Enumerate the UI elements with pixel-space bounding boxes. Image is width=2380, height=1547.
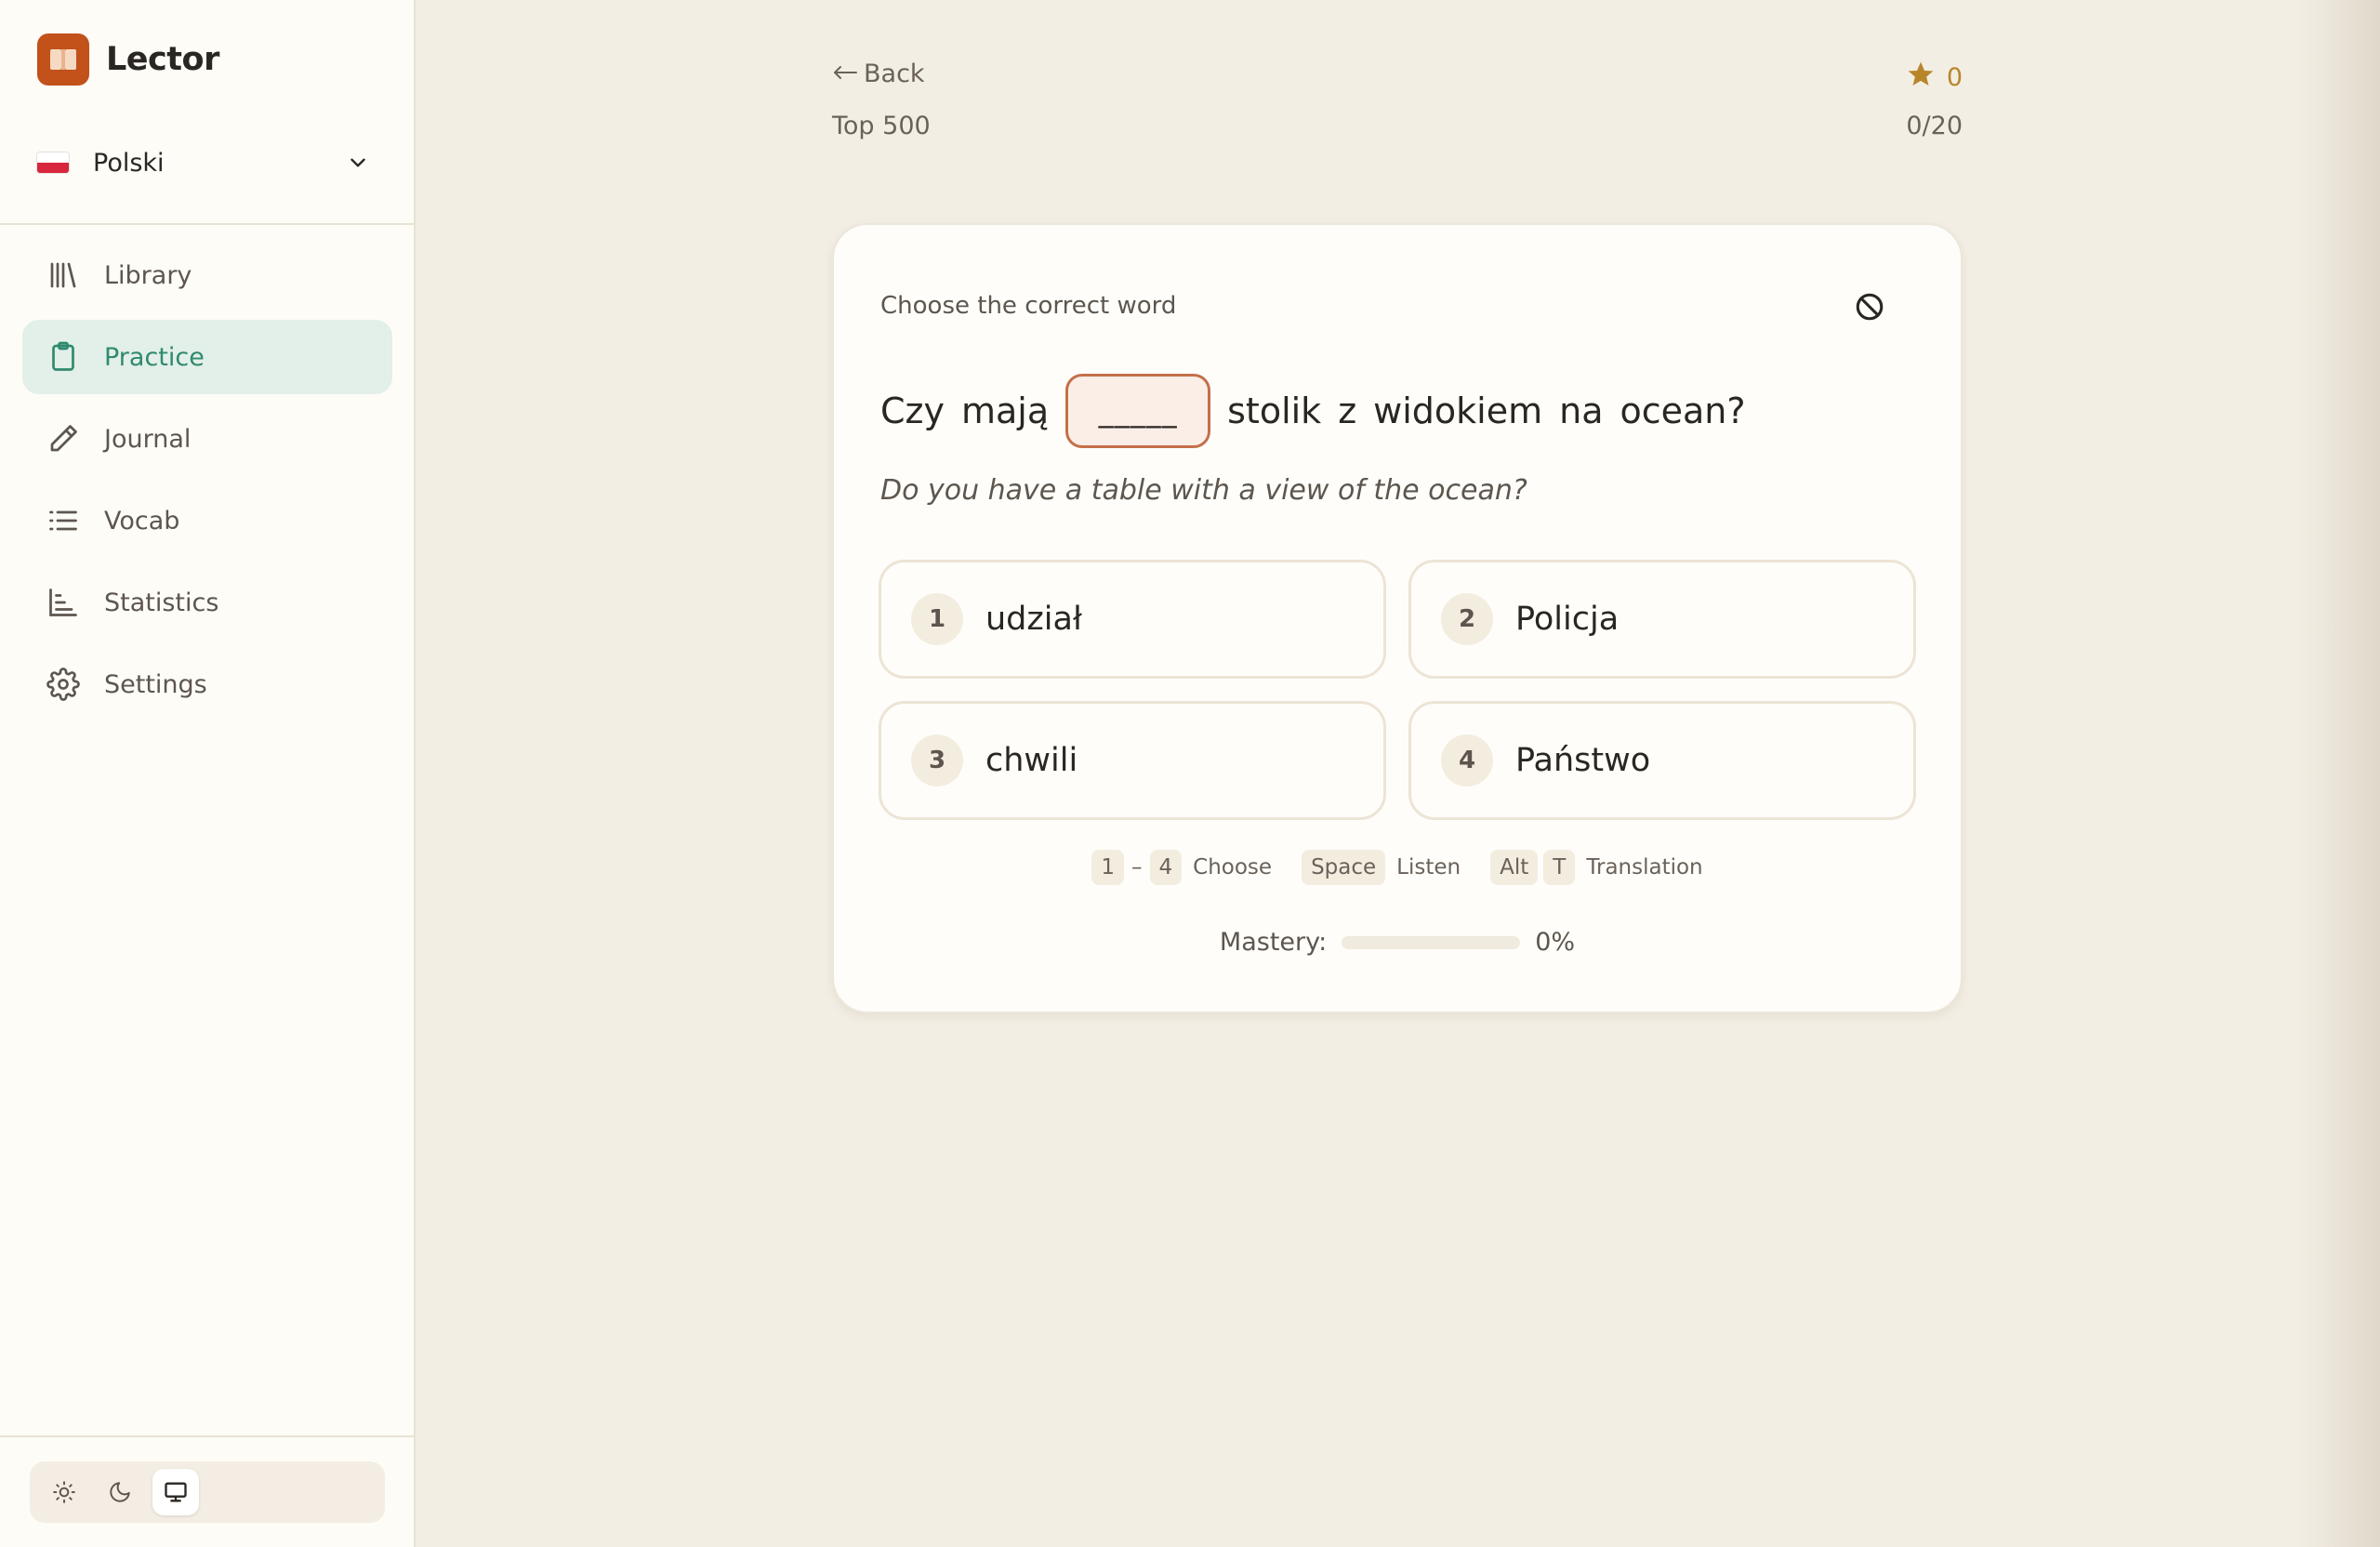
sidebar-item-label: Journal	[104, 424, 192, 454]
answer-option-3[interactable]: 3 chwili	[879, 701, 1386, 820]
sidebar: Lector Polski Library Practice Journal V…	[0, 0, 416, 1547]
deck-name: Top 500	[832, 112, 931, 140]
exercise-prompt: Choose the correct word	[880, 292, 1177, 320]
sidebar-item-label: Library	[104, 260, 192, 290]
book-logo-icon	[37, 33, 89, 86]
sidebar-nav: Library Practice Journal Vocab Statistic…	[22, 238, 392, 729]
option-label: udział	[985, 601, 1082, 638]
sentence-word: mają	[960, 390, 1050, 431]
moon-icon	[110, 1482, 130, 1502]
option-label: Policja	[1515, 601, 1620, 638]
brand[interactable]: Lector	[37, 33, 219, 86]
answer-option-2[interactable]: 2 Policja	[1408, 560, 1916, 679]
mastery-label: Mastery:	[1219, 928, 1328, 957]
star-icon	[1906, 60, 1936, 96]
monitor-icon	[165, 1482, 187, 1502]
arrow-left-icon	[832, 60, 858, 88]
option-label: Państwo	[1515, 742, 1651, 779]
theme-light-button[interactable]	[41, 1469, 87, 1515]
kbd-range-start: 1	[1091, 850, 1124, 885]
pencil-icon	[45, 420, 82, 457]
back-link[interactable]: Back	[832, 60, 925, 88]
sidebar-divider	[0, 223, 414, 225]
list-icon	[45, 502, 82, 539]
sentence-word: na	[1559, 390, 1604, 431]
sentence-word: stolik	[1227, 390, 1322, 431]
sidebar-item-practice[interactable]: Practice	[22, 320, 392, 394]
sidebar-item-label: Practice	[104, 342, 205, 372]
sidebar-item-library[interactable]: Library	[22, 238, 392, 312]
progress-count: 0/20	[1906, 112, 1963, 140]
library-icon	[45, 257, 82, 294]
mastery-bar	[1342, 935, 1521, 949]
gear-icon	[45, 666, 82, 703]
poland-flag-icon	[37, 152, 69, 173]
sidebar-item-journal[interactable]: Journal	[22, 402, 392, 476]
sentence-translation: Do you have a table with a view of the o…	[880, 474, 1527, 507]
exercise-card: Choose the correct word Czy mają _____ s…	[832, 223, 1963, 1013]
chevron-down-icon	[344, 149, 372, 177]
bar-chart-icon	[45, 584, 82, 621]
sidebar-item-label: Vocab	[104, 506, 180, 536]
kbd-range-separator: –	[1131, 855, 1143, 879]
kbd-range-end: 4	[1149, 850, 1183, 885]
exercise-sentence: Czy mają _____ stolik z widokiem na ocea…	[880, 374, 1763, 448]
answer-option-1[interactable]: 1 udział	[879, 560, 1386, 679]
sidebar-item-label: Settings	[104, 669, 207, 699]
kbd-t: T	[1543, 850, 1576, 885]
score: 0	[1906, 60, 1963, 96]
sentence-word: widokiem	[1373, 390, 1543, 431]
option-label: chwili	[985, 742, 1078, 779]
language-name: Polski	[93, 148, 165, 178]
score-value: 0	[1946, 63, 1963, 92]
sentence-word: Czy	[880, 390, 945, 431]
sentence-blank: _____	[1065, 374, 1211, 448]
option-number: 4	[1441, 734, 1493, 787]
hint-choose: Choose	[1193, 855, 1273, 879]
skip-button[interactable]	[1851, 288, 1888, 325]
kbd-space: Space	[1302, 850, 1386, 885]
theme-toggle	[30, 1461, 385, 1523]
back-label: Back	[864, 60, 925, 88]
option-number: 1	[911, 593, 963, 645]
window-edge-shade	[2296, 0, 2380, 1547]
hint-translation: Translation	[1586, 855, 1703, 879]
mastery-meter: Mastery: 0%	[834, 928, 1961, 957]
sidebar-item-statistics[interactable]: Statistics	[22, 565, 392, 640]
option-number: 2	[1441, 593, 1493, 645]
ban-icon	[1856, 293, 1884, 321]
answer-option-4[interactable]: 4 Państwo	[1408, 701, 1916, 820]
sidebar-item-label: Statistics	[104, 588, 219, 617]
kbd-alt: Alt	[1490, 850, 1539, 885]
language-select[interactable]: Polski	[37, 139, 372, 186]
sidebar-item-vocab[interactable]: Vocab	[22, 483, 392, 558]
practice-header: Back Top 500 0 0/20	[832, 56, 1963, 149]
main-content: Back Top 500 0 0/20 Choose the correct w…	[416, 0, 2380, 1547]
clipboard-icon	[45, 338, 82, 376]
keyboard-hints: 1 – 4 Choose Space Listen Alt T Translat…	[834, 850, 1961, 885]
sentence-word: z	[1338, 390, 1357, 431]
mastery-value: 0%	[1535, 928, 1576, 957]
hint-listen: Listen	[1396, 855, 1461, 879]
theme-system-button[interactable]	[152, 1469, 199, 1515]
option-number: 3	[911, 734, 963, 787]
sun-icon	[53, 1481, 75, 1503]
theme-dark-button[interactable]	[97, 1469, 143, 1515]
app-name: Lector	[106, 41, 219, 78]
sidebar-item-settings[interactable]: Settings	[22, 647, 392, 721]
sentence-word: ocean?	[1620, 390, 1746, 431]
sidebar-divider	[0, 1435, 414, 1437]
